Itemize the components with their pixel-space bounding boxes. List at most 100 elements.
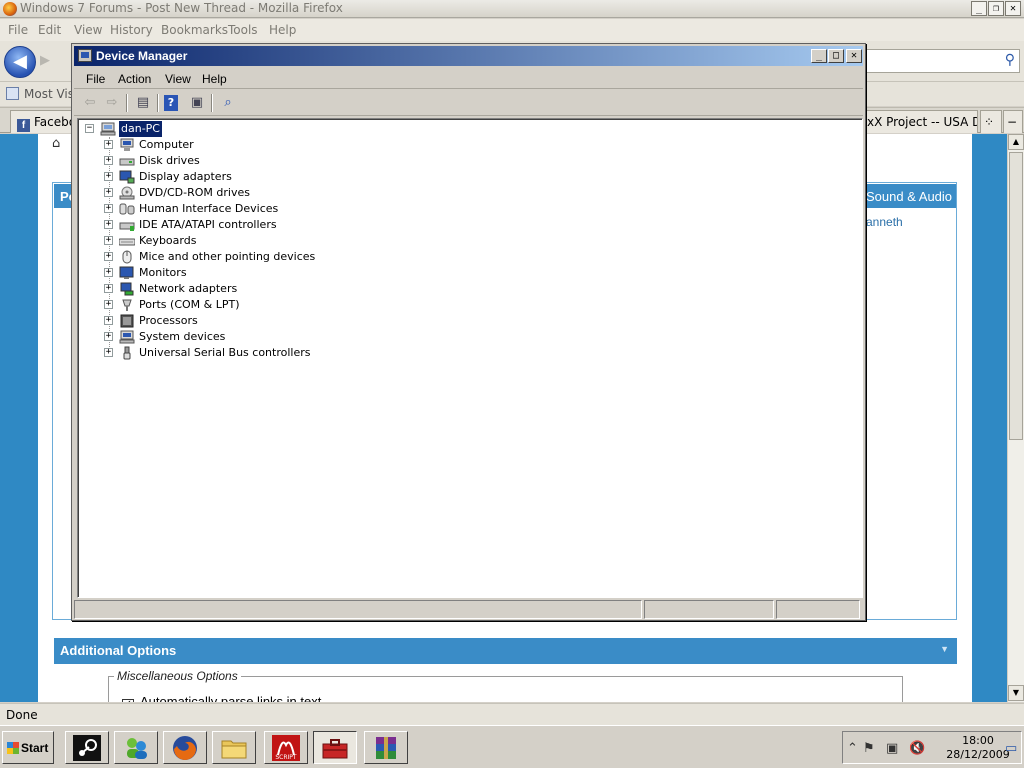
menu-view[interactable]: View (74, 23, 102, 37)
device-category-label[interactable]: IDE ATA/ATAPI controllers (139, 217, 277, 233)
device-category-hid[interactable]: + Human Interface Devices (78, 201, 338, 217)
forward-button[interactable]: ▶ (40, 53, 62, 71)
device-category-label[interactable]: Monitors (139, 265, 187, 281)
scroll-up-button[interactable]: ▲ (1008, 134, 1024, 150)
expand-toggle[interactable]: + (104, 332, 113, 341)
expand-toggle[interactable]: + (104, 236, 113, 245)
dm-close-button[interactable]: ✕ (846, 49, 862, 63)
forward-arrow-icon[interactable]: ⇨ (102, 94, 122, 112)
page-scrollbar[interactable]: ▲ ▼ (1007, 134, 1024, 702)
device-category-display-adapter[interactable]: + Display adapters (78, 169, 338, 185)
device-category-mouse[interactable]: + Mice and other pointing devices (78, 249, 338, 265)
expand-toggle[interactable]: + (104, 140, 113, 149)
back-arrow-icon[interactable]: ⇦ (80, 94, 100, 112)
device-category-ide-controller[interactable]: + IDE ATA/ATAPI controllers (78, 217, 338, 233)
expand-toggle[interactable]: + (104, 220, 113, 229)
expand-toggle[interactable]: + (104, 172, 113, 181)
root-node-label[interactable]: dan-PC (119, 121, 162, 137)
menu-bookmarks[interactable]: Bookmarks (161, 23, 228, 37)
device-category-label[interactable]: DVD/CD-ROM drives (139, 185, 250, 201)
volume-muted-icon[interactable]: 🔇 (909, 741, 925, 756)
device-category-label[interactable]: Display adapters (139, 169, 232, 185)
auto-parse-checkbox[interactable]: ✓ (122, 699, 134, 702)
help-icon[interactable]: ? (164, 95, 178, 111)
dm-menu-file[interactable]: File (86, 72, 105, 86)
device-category-label[interactable]: Network adapters (139, 281, 237, 297)
menu-help[interactable]: Help (269, 23, 296, 37)
device-category-label[interactable]: Keyboards (139, 233, 196, 249)
auto-parse-option[interactable]: ✓ Automatically parse links in text (122, 694, 321, 702)
home-icon[interactable]: ⌂ (52, 136, 60, 151)
expand-toggle[interactable]: + (104, 316, 113, 325)
device-category-keyboard[interactable]: + Keyboards (78, 233, 338, 249)
device-category-port[interactable]: + Ports (COM & LPT) (78, 297, 338, 313)
show-hide-tree-icon[interactable]: ▤ (133, 94, 153, 112)
network-icon[interactable]: ▣ (886, 741, 898, 756)
collapse-icon[interactable]: ▼ (940, 644, 949, 654)
taskbar-messenger[interactable] (114, 731, 158, 764)
show-hidden-icons-icon[interactable]: ⌃ (847, 741, 858, 756)
expand-toggle[interactable]: + (104, 252, 113, 261)
taskbar-firefox[interactable] (163, 731, 207, 764)
start-button[interactable]: Start (2, 731, 54, 764)
device-category-network-adapter[interactable]: + Network adapters (78, 281, 338, 297)
tree-root[interactable]: − dan-PC (78, 121, 278, 137)
scan-hardware-icon[interactable]: ⌕ (218, 94, 238, 112)
device-category-label[interactable]: Mice and other pointing devices (139, 249, 315, 265)
device-category-processor[interactable]: + Processors (78, 313, 338, 329)
tab-facebook[interactable]: f Facebo (10, 110, 76, 133)
minimize-button[interactable]: _ (971, 1, 987, 16)
forum-category-link[interactable]: Sound & Audio (866, 189, 952, 204)
expand-toggle[interactable]: + (104, 348, 113, 357)
expand-toggle[interactable]: + (104, 300, 113, 309)
device-category-label[interactable]: Disk drives (139, 153, 200, 169)
collapse-toggle[interactable]: − (85, 124, 94, 133)
taskbar-device-manager[interactable] (313, 731, 357, 764)
properties-icon[interactable]: ▣ (187, 94, 207, 112)
device-category-label[interactable]: Ports (COM & LPT) (139, 297, 240, 313)
show-desktop-icon[interactable]: ▭ (1005, 741, 1017, 756)
device-category-label[interactable]: Universal Serial Bus controllers (139, 345, 310, 361)
menu-file[interactable]: File (8, 23, 28, 37)
taskbar-steam[interactable] (65, 731, 109, 764)
expand-toggle[interactable]: + (104, 156, 113, 165)
expand-toggle[interactable]: + (104, 268, 113, 277)
device-category-system-device[interactable]: + System devices (78, 329, 338, 345)
taskbar-script[interactable]: SCRIPT (264, 731, 308, 764)
device-category-monitor[interactable]: + Monitors (78, 265, 338, 281)
scrollbar-thumb[interactable] (1009, 152, 1023, 440)
expand-toggle[interactable]: + (104, 188, 113, 197)
expand-toggle[interactable]: + (104, 284, 113, 293)
device-category-disk-drive[interactable]: + Disk drives (78, 153, 338, 169)
dm-menu-view[interactable]: View (165, 72, 191, 86)
dm-menu-help[interactable]: Help (202, 72, 227, 86)
restore-button[interactable]: ❐ (988, 1, 1004, 16)
user-link[interactable]: anneth (866, 215, 903, 229)
menu-tools[interactable]: Tools (228, 23, 258, 37)
clock[interactable]: 18:00 28/12/2009 (943, 734, 1013, 762)
search-icon[interactable]: ⚲ (1005, 52, 1015, 68)
back-button[interactable]: ◀ (4, 46, 36, 78)
additional-options-header[interactable]: Additional Options ▼ (54, 638, 957, 664)
all-tabs-button[interactable]: ⁘ (980, 110, 1002, 133)
device-category-label[interactable]: Human Interface Devices (139, 201, 278, 217)
search-input[interactable]: ⚲ (864, 49, 1020, 73)
tab-project[interactable]: xX Project -- USA Do... (860, 110, 978, 133)
device-category-label[interactable]: Computer (139, 137, 194, 153)
action-center-flag-icon[interactable]: ⚑ (863, 741, 875, 756)
device-category-label[interactable]: System devices (139, 329, 225, 345)
device-category-dvd-drive[interactable]: + DVD/CD-ROM drives (78, 185, 338, 201)
dm-minimize-button[interactable]: _ (811, 49, 827, 63)
close-button[interactable]: ✕ (1005, 1, 1021, 16)
device-tree[interactable]: − dan-PC + Computer + Disk drives + Display a… (77, 118, 863, 598)
taskbar-winrar[interactable] (364, 731, 408, 764)
device-category-label[interactable]: Processors (139, 313, 198, 329)
menu-history[interactable]: History (110, 23, 153, 37)
scroll-down-button[interactable]: ▼ (1008, 685, 1024, 701)
taskbar-explorer[interactable] (212, 731, 256, 764)
dm-maximize-button[interactable]: □ (828, 49, 844, 63)
device-category-usb[interactable]: + Universal Serial Bus controllers (78, 345, 338, 361)
menu-edit[interactable]: Edit (38, 23, 61, 37)
device-category-computer[interactable]: + Computer (78, 137, 338, 153)
expand-toggle[interactable]: + (104, 204, 113, 213)
